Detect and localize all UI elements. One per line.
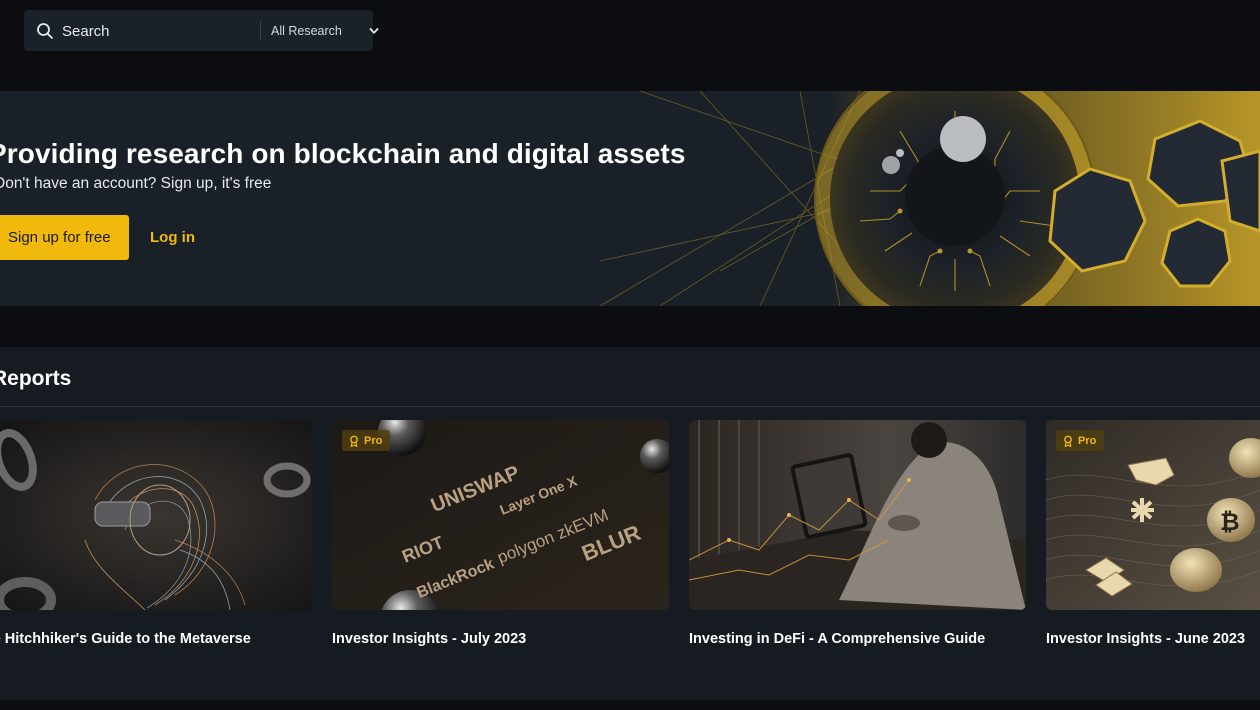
report-card-image[interactable]: ₿ Pro bbox=[1046, 420, 1260, 610]
pro-badge: Pro bbox=[1056, 430, 1105, 451]
sign-up-button[interactable]: Sign up for free bbox=[0, 215, 129, 260]
award-icon bbox=[1064, 435, 1072, 447]
reports-section: Reports bbox=[0, 347, 1260, 700]
chevron-down-icon bbox=[369, 28, 379, 34]
report-card-image[interactable] bbox=[0, 420, 312, 610]
search-divider bbox=[260, 21, 261, 40]
search-icon bbox=[37, 23, 53, 39]
page-bottom-edge bbox=[0, 700, 1260, 710]
hero-title: Providing research on blockchain and dig… bbox=[0, 138, 686, 169]
report-card-image[interactable]: UNISWAP Layer One X RIOT BlackRock polyg… bbox=[332, 420, 669, 610]
hero-banner: Providing research on blockchain and dig… bbox=[0, 91, 1260, 306]
hero-subtitle: Don't have an account? Sign up, it's fre… bbox=[0, 175, 272, 192]
report-card-title[interactable]: The Hitchhiker's Guide to the Metaverse bbox=[0, 631, 251, 647]
search-bar: All Research bbox=[24, 10, 379, 51]
report-card-title[interactable]: Investing in DeFi - A Comprehensive Guid… bbox=[689, 631, 985, 647]
research-scope-select[interactable]: All Research bbox=[271, 20, 391, 42]
reports-heading: Reports bbox=[0, 367, 72, 390]
svg-text:₿: ₿ bbox=[1220, 508, 1240, 536]
log-in-link[interactable]: Log in bbox=[150, 229, 195, 246]
pro-badge-label: Pro bbox=[364, 434, 383, 447]
search-input[interactable] bbox=[62, 20, 242, 42]
report-card-image[interactable] bbox=[689, 420, 1026, 610]
award-icon bbox=[350, 435, 358, 447]
pro-badge-label: Pro bbox=[1078, 434, 1097, 447]
pro-badge: Pro bbox=[342, 430, 391, 451]
report-card-title[interactable]: Investor Insights - July 2023 bbox=[332, 631, 526, 647]
hero-eye-illustration bbox=[600, 91, 1260, 306]
report-card-title[interactable]: Investor Insights - June 2023 bbox=[1046, 631, 1245, 647]
reports-divider bbox=[0, 406, 1260, 407]
scope-select-label: All Research bbox=[271, 24, 342, 38]
